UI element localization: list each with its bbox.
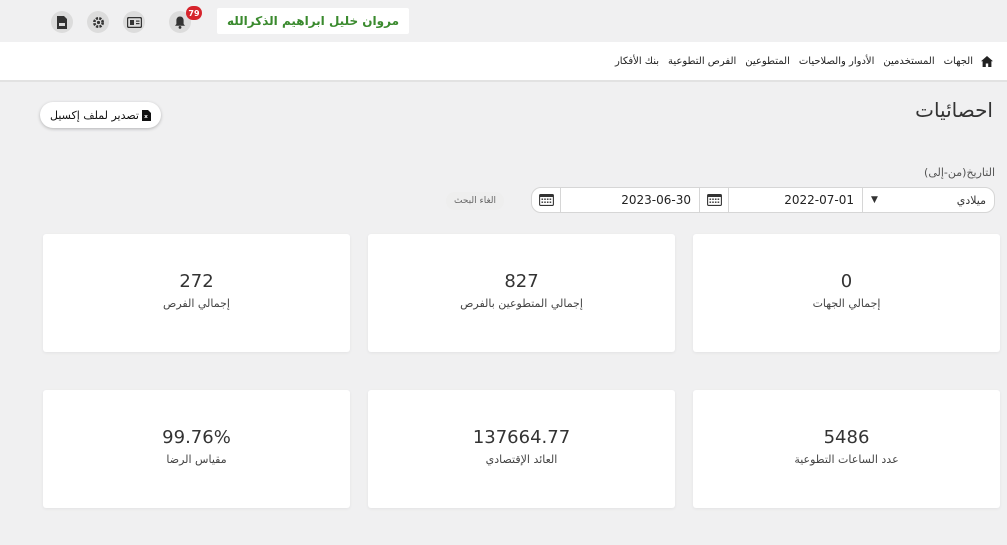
stat-label: إجمالي الجهات: [812, 297, 881, 310]
stat-value: 827: [504, 271, 539, 292]
page-title: احصائيات: [915, 98, 993, 122]
nav-item-entities[interactable]: الجهات: [944, 56, 973, 67]
calendar-type-value: ميلادي: [956, 193, 986, 207]
home-icon[interactable]: [981, 55, 993, 67]
from-date-calendar-button[interactable]: [699, 187, 729, 213]
to-date-calendar-button[interactable]: [531, 187, 561, 213]
export-excel-label: تصدير لملف إكسيل: [50, 108, 139, 122]
nav-item-roles-permissions[interactable]: الأدوار والصلاحيات: [799, 56, 875, 67]
stat-card-satisfaction-scale: 99.76% مقياس الرضا: [43, 390, 350, 508]
top-bar: 79 مروان خليل ابراهيم الذكرالله: [0, 0, 1007, 42]
stat-card-total-entities: 0 إجمالي الجهات: [693, 234, 1000, 352]
pdf-file-icon[interactable]: [51, 11, 73, 33]
from-date-field[interactable]: 2022-07-01: [728, 187, 863, 213]
nav-item-opportunities[interactable]: الفرص التطوعية: [668, 56, 736, 67]
stat-card-total-opportunities: 272 إجمالي الفرص: [43, 234, 350, 352]
stat-label: مقياس الرضا: [166, 453, 227, 466]
stat-value: 0: [840, 271, 853, 292]
stat-label: عدد الساعات التطوعية: [794, 453, 899, 466]
nav-item-users[interactable]: المستخدمين: [883, 56, 934, 67]
stat-label: العائد الإقتصادي: [485, 453, 558, 466]
id-card-icon[interactable]: [123, 11, 145, 33]
to-date-value: 2023-06-30: [621, 193, 691, 207]
date-range-label: التاريخ(من-إلى): [924, 166, 995, 179]
nav-item-ideas-bank[interactable]: بنك الأفكار: [615, 56, 659, 67]
excel-file-icon: [142, 109, 151, 121]
cancel-search-button[interactable]: الغاء البحث: [446, 192, 505, 210]
stat-label: إجمالي المتطوعين بالفرص: [460, 297, 583, 310]
stat-card-volunteer-hours: 5486 عدد الساعات التطوعية: [693, 390, 1000, 508]
calendar-type-select[interactable]: ▼ ميلادي: [862, 187, 995, 213]
user-name[interactable]: مروان خليل ابراهيم الذكرالله: [217, 8, 410, 34]
export-excel-button[interactable]: تصدير لملف إكسيل: [40, 102, 161, 128]
stat-card-economic-return: 137664.77 العائد الإقتصادي: [368, 390, 675, 508]
calendar-icon: [706, 194, 722, 206]
calendar-icon: [538, 194, 554, 206]
to-date-field[interactable]: 2023-06-30: [560, 187, 700, 213]
stat-label: إجمالي الفرص: [163, 297, 230, 310]
notification-badge: 79: [186, 6, 202, 20]
stat-value: 5486: [823, 427, 870, 448]
chevron-down-icon: ▼: [871, 195, 878, 205]
stat-value: 272: [179, 271, 214, 292]
gear-icon[interactable]: [87, 11, 109, 33]
stat-card-total-volunteers: 827 إجمالي المتطوعين بالفرص: [368, 234, 675, 352]
from-date-value: 2022-07-01: [784, 193, 854, 207]
main-nav: الجهات المستخدمين الأدوار والصلاحيات الم…: [0, 42, 1007, 82]
stat-value: 137664.77: [472, 427, 571, 448]
stat-value: 99.76%: [162, 427, 231, 448]
nav-item-volunteers[interactable]: المتطوعين: [745, 56, 790, 67]
